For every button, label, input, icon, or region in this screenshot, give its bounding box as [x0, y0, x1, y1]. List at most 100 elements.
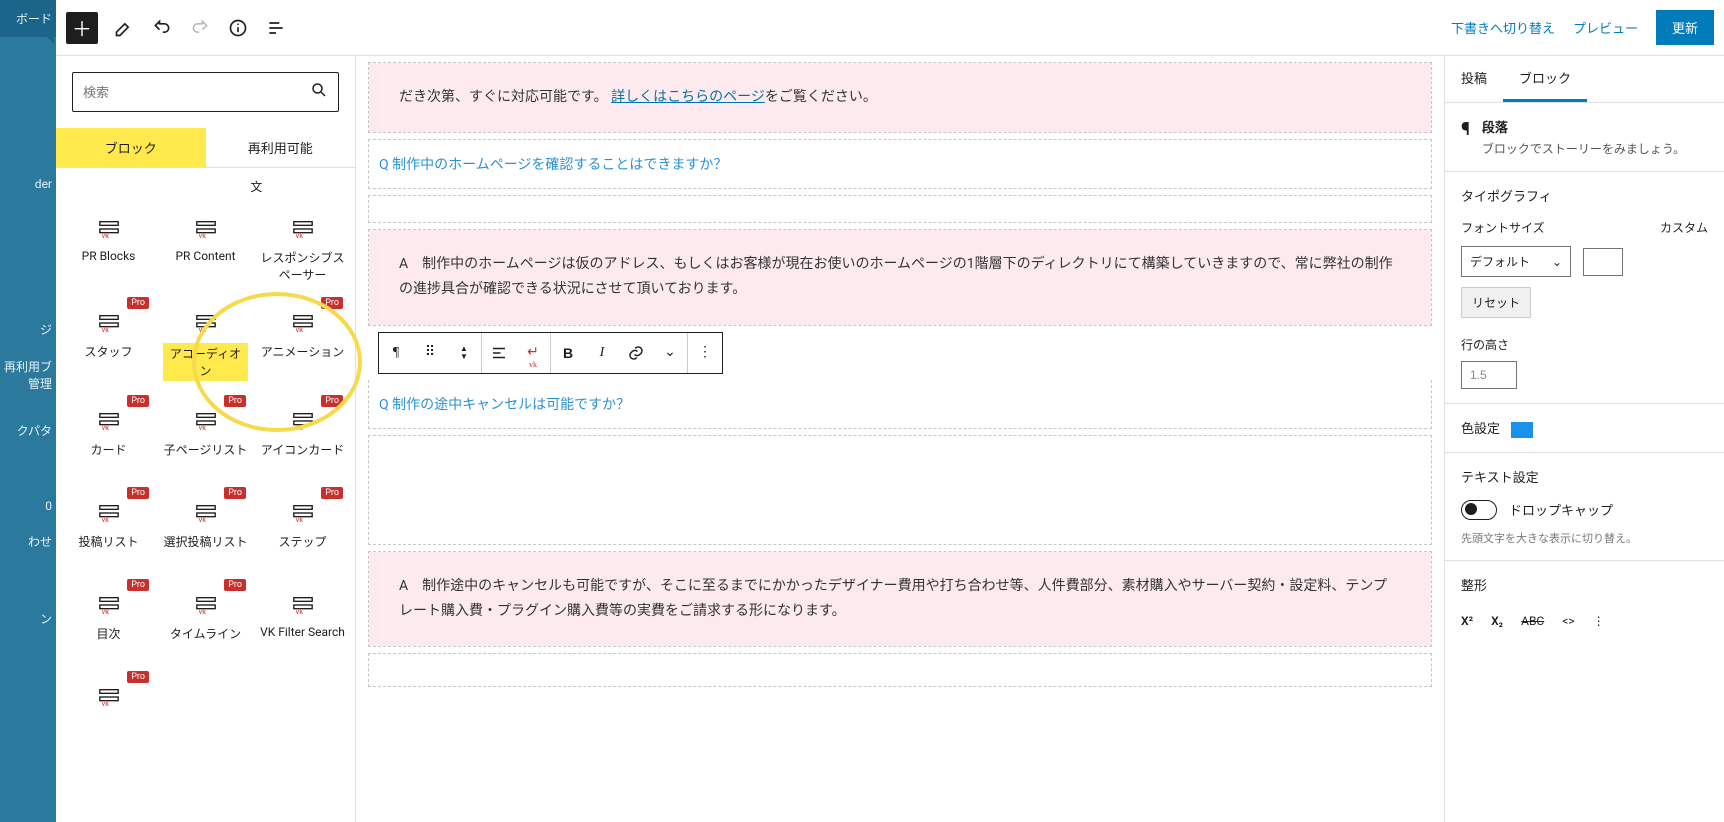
vk-icon[interactable]: ↵vk [516, 333, 550, 373]
settings-sidebar: 投稿 ブロック ¶ 段落 ブロックでストーリーをみましょう。 タイポグラフィ [1444, 56, 1724, 822]
block-item[interactable]: Provkアニメーション [256, 297, 349, 391]
paragraph-icon[interactable]: ¶ [379, 333, 413, 373]
svg-text:vk: vk [295, 231, 303, 240]
font-size-select[interactable]: デフォルト⌄ [1461, 246, 1571, 277]
move-arrows-icon[interactable]: ▲▼ [447, 333, 481, 373]
redo-icon[interactable] [188, 16, 212, 40]
block-item-label: 目次 [96, 625, 120, 642]
switch-to-draft-button[interactable]: 下書きへ切り替え [1451, 18, 1555, 37]
block-item[interactable]: Provk選択投稿リスト [159, 487, 252, 575]
pro-badge: Pro [127, 487, 149, 499]
list-view-icon[interactable] [264, 16, 288, 40]
block-type-icon: vk [95, 593, 123, 617]
subscript-button[interactable]: X₂ [1491, 614, 1503, 628]
svg-text:vk: vk [295, 423, 303, 432]
block-type-icon: vk [192, 409, 220, 433]
answer-block[interactable]: A 制作中のホームページは仮のアドレス、もしくはお客様が現在お使いのホームページ… [369, 230, 1431, 324]
admin-menu-item[interactable]: ジ [0, 311, 56, 348]
more-options-icon[interactable]: ⋮ [688, 333, 722, 373]
block-type-icon: vk [95, 685, 123, 709]
block-item[interactable]: Provkタイムライン [159, 579, 252, 667]
block-type-icon: vk [192, 311, 220, 335]
admin-menu-item[interactable]: クパタ [0, 412, 56, 449]
block-item[interactable]: Provk子ページリスト [159, 395, 252, 483]
section-format: 整形 [1461, 575, 1708, 594]
svg-text:vk: vk [198, 325, 206, 334]
chevron-down-icon[interactable]: ⌄ [653, 333, 687, 373]
custom-size-input[interactable] [1583, 248, 1623, 276]
edit-icon[interactable] [112, 16, 136, 40]
block-item[interactable]: Provkカード [62, 395, 155, 483]
editor-canvas[interactable]: だき次第、すぐに対応可能です。 詳しくはこちらのページをご覧ください。 Q 制作… [356, 56, 1444, 822]
question-block[interactable]: Q 制作中のホームページを確認することはできますか？ [369, 140, 1431, 188]
svg-text:vk: vk [101, 423, 109, 432]
svg-text:vk: vk [198, 607, 206, 616]
block-item-label: アイコンカード [261, 441, 344, 458]
block-item-label: VK Filter Search [260, 625, 345, 639]
label-line-height: 行の高さ [1461, 336, 1708, 353]
block-type-icon: vk [289, 217, 317, 241]
admin-menu-item[interactable]: 再利用ブ管理 [0, 348, 56, 402]
answer-block[interactable]: だき次第、すぐに対応可能です。 詳しくはこちらのページをご覧ください。 [369, 63, 1431, 132]
svg-text:vk: vk [198, 231, 206, 240]
bold-button[interactable]: B [551, 333, 585, 373]
more-format-icon[interactable]: ⋮ [1593, 614, 1605, 628]
preview-button[interactable]: プレビュー [1573, 18, 1638, 37]
reset-button[interactable]: リセット [1461, 287, 1531, 318]
block-item[interactable]: vk PR Blocks [62, 203, 155, 293]
admin-sidebar: ボード der ジ 再利用ブ管理 クパタ 0 わせ ン [0, 0, 56, 822]
block-item[interactable]: vkVK Filter Search [256, 579, 349, 667]
label-font-size: フォントサイズ [1461, 219, 1545, 236]
block-item[interactable]: Provkアイコンカード [256, 395, 349, 483]
section-color[interactable]: 色設定 [1461, 422, 1500, 437]
drag-handle-icon[interactable]: ⠿ [413, 333, 447, 373]
block-item[interactable]: Provk目次 [62, 579, 155, 667]
code-button[interactable]: <> [1562, 614, 1574, 628]
italic-button[interactable]: I [585, 333, 619, 373]
color-swatch[interactable] [1511, 422, 1533, 438]
add-block-button[interactable]: ＋ [66, 12, 98, 44]
block-item[interactable]: Provk 投稿リスト [62, 487, 155, 575]
block-type-icon: vk [95, 217, 123, 241]
svg-text:vk: vk [101, 231, 109, 240]
inline-link[interactable]: 詳しくはこちらのページ [611, 89, 765, 105]
search-field[interactable] [83, 85, 310, 100]
question-block[interactable]: Q 制作の途中キャンセルは可能ですか？ [369, 380, 1431, 428]
block-item[interactable]: vkアコーディオン [159, 297, 252, 391]
update-button[interactable]: 更新 [1656, 10, 1714, 45]
info-icon[interactable] [226, 16, 250, 40]
tab-post[interactable]: 投稿 [1445, 56, 1503, 102]
tab-reusable[interactable]: 再利用可能 [206, 128, 356, 167]
admin-menu-item[interactable]: 0 [0, 489, 56, 523]
dropcap-toggle[interactable] [1461, 500, 1497, 520]
block-item[interactable]: vkPR Content [159, 203, 252, 293]
tab-blocks[interactable]: ブロック [56, 128, 206, 167]
admin-menu-item[interactable]: わせ [0, 523, 56, 560]
block-type-icon: vk [289, 501, 317, 525]
dropcap-help: 先頭文字を大きな表示に切り替え。 [1461, 530, 1708, 546]
block-item[interactable]: Provk [62, 671, 155, 759]
block-item[interactable]: vkレスポンシブスペーサー [256, 203, 349, 293]
block-item-label: スタッフ [84, 343, 132, 360]
link-icon[interactable] [619, 333, 653, 373]
block-item-label: 投稿リスト [78, 533, 138, 550]
pro-badge: Pro [224, 579, 246, 591]
tab-block-settings[interactable]: ブロック [1503, 56, 1587, 102]
block-item[interactable]: Provkスタッフ [62, 297, 155, 391]
block-item-label: アニメーション [261, 343, 345, 360]
pro-badge: Pro [321, 487, 343, 499]
block-item-label: PR Blocks [82, 249, 136, 263]
align-icon[interactable] [482, 333, 516, 373]
strikethrough-button[interactable]: ABC [1521, 614, 1544, 628]
block-item-partial: 文 [56, 174, 355, 203]
block-type-icon: vk [95, 501, 123, 525]
line-height-input[interactable] [1461, 361, 1517, 389]
svg-text:vk: vk [198, 515, 206, 524]
block-item[interactable]: Provkステップ [256, 487, 349, 575]
admin-menu-item[interactable]: ン [0, 600, 56, 637]
admin-menu-item[interactable]: der [0, 167, 56, 201]
undo-icon[interactable] [150, 16, 174, 40]
block-search-input[interactable] [72, 72, 339, 112]
answer-block[interactable]: A 制作途中のキャンセルも可能ですが、そこに至るまでにかかったデザイナー費用や打… [369, 552, 1431, 646]
superscript-button[interactable]: X² [1461, 614, 1473, 628]
